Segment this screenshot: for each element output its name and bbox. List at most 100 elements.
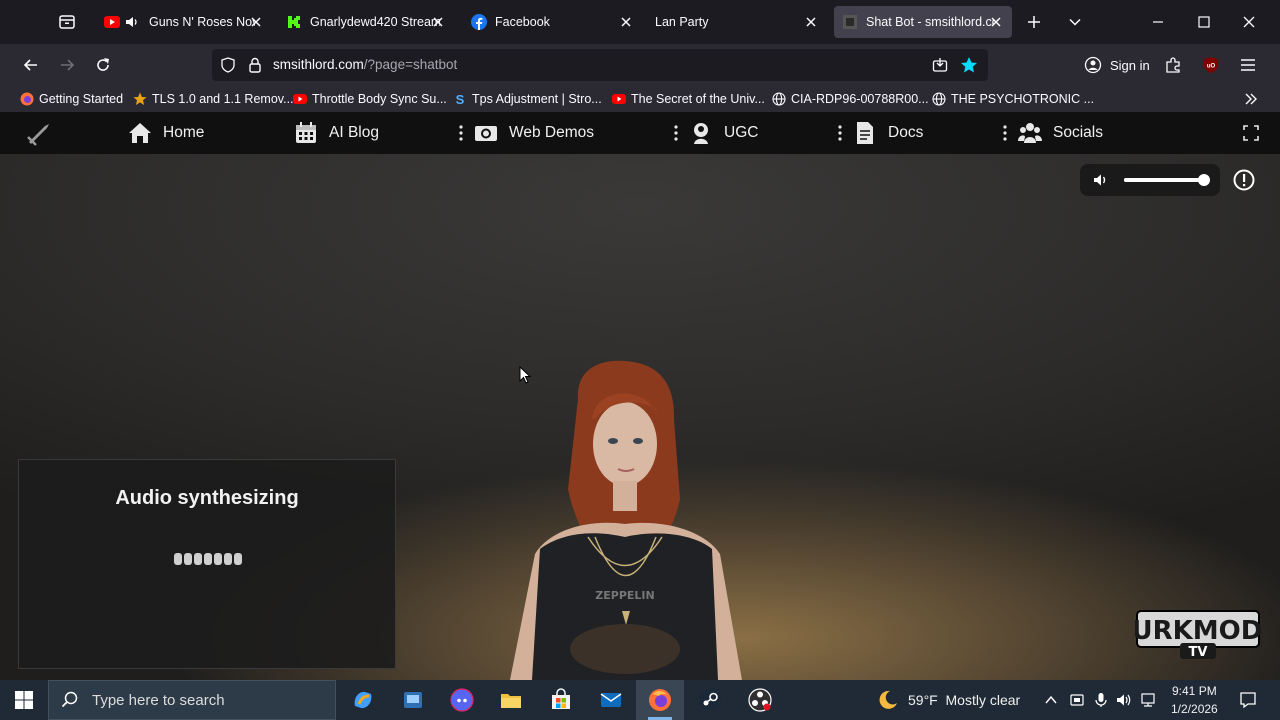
list-all-tabs-icon[interactable] bbox=[1067, 14, 1083, 30]
ugc-more-icon[interactable] bbox=[838, 125, 842, 141]
notifications-icon[interactable] bbox=[1239, 691, 1257, 709]
audio-playing-icon[interactable] bbox=[125, 15, 139, 29]
clock-date[interactable]: 1/2/2026 bbox=[1171, 702, 1218, 716]
minimize-icon[interactable] bbox=[1150, 14, 1166, 30]
s-logo-icon: S bbox=[453, 92, 467, 106]
document-icon bbox=[853, 121, 877, 145]
tab-strip: Guns N' Roses Nove Gnarlydewd420 Stream … bbox=[0, 0, 1280, 44]
speaker-icon[interactable] bbox=[1093, 172, 1109, 188]
weather-icon[interactable] bbox=[876, 688, 900, 712]
youtube-icon bbox=[293, 92, 307, 106]
bookmark-tps-adjustment[interactable]: S Tps Adjustment | Stro... bbox=[453, 90, 602, 108]
back-icon[interactable] bbox=[22, 56, 40, 74]
loading-dot bbox=[184, 553, 192, 565]
tracking-protection-icon[interactable] bbox=[220, 57, 236, 73]
close-tab-icon[interactable] bbox=[618, 14, 634, 30]
new-tab-icon[interactable] bbox=[1026, 14, 1042, 30]
tab-overview-icon[interactable] bbox=[58, 13, 76, 31]
app-menu-icon[interactable] bbox=[1239, 56, 1257, 74]
network-icon[interactable] bbox=[1140, 692, 1156, 708]
meet-now-icon[interactable] bbox=[1069, 692, 1085, 708]
start-icon[interactable] bbox=[14, 690, 34, 710]
svg-text:ZEPPELIN: ZEPPELIN bbox=[595, 589, 654, 602]
site-logo-icon[interactable] bbox=[26, 121, 52, 147]
tab-gnarlydewd-stream[interactable]: Gnarlydewd420 Stream bbox=[278, 6, 454, 38]
discord-icon[interactable] bbox=[450, 688, 474, 712]
youtube-icon bbox=[104, 14, 120, 30]
taskbar-search[interactable]: Type here to search bbox=[48, 680, 336, 720]
volume-slider[interactable] bbox=[1124, 174, 1210, 186]
close-tab-icon[interactable] bbox=[988, 14, 1004, 30]
bookmarks-toolbar: Getting Started TLS 1.0 and 1.1 Remov...… bbox=[0, 86, 1280, 112]
system-volume-icon[interactable] bbox=[1116, 692, 1132, 708]
steam-icon[interactable] bbox=[698, 688, 722, 712]
bookmark-secret-universe[interactable]: The Secret of the Univ... bbox=[612, 90, 765, 108]
tab-title: Shat Bot - smsithlord.co bbox=[866, 15, 994, 29]
close-tab-icon[interactable] bbox=[430, 14, 446, 30]
nav-home[interactable]: Home bbox=[128, 120, 204, 146]
mail-icon[interactable] bbox=[599, 688, 623, 712]
nav-web-demos[interactable]: Web Demos bbox=[474, 120, 594, 146]
close-tab-icon[interactable] bbox=[248, 14, 264, 30]
address-bar[interactable]: smsithlord.com/?page=shatbot bbox=[212, 49, 988, 81]
bookmark-star-icon[interactable] bbox=[960, 56, 978, 74]
microsoft-store-icon[interactable] bbox=[549, 688, 573, 712]
show-hidden-icons-icon[interactable] bbox=[1044, 693, 1058, 707]
ublock-icon[interactable]: uO bbox=[1202, 56, 1220, 74]
obs-icon[interactable] bbox=[748, 688, 772, 712]
maximize-icon[interactable] bbox=[1196, 14, 1212, 30]
svg-text:S: S bbox=[456, 92, 465, 106]
svg-text:LURKMODE: LURKMODE bbox=[1135, 616, 1261, 646]
nav-docs[interactable]: Docs bbox=[853, 120, 923, 146]
url-path: /?page=shatbot bbox=[363, 57, 458, 72]
docs-more-icon[interactable] bbox=[1003, 125, 1007, 141]
bookmark-label: Tps Adjustment | Stro... bbox=[472, 92, 602, 106]
weather-text[interactable]: 59°F Mostly clear bbox=[908, 692, 1020, 708]
firefox-icon bbox=[20, 92, 34, 106]
clock-time[interactable]: 9:41 PM bbox=[1172, 684, 1217, 698]
bookmark-tls[interactable]: TLS 1.0 and 1.1 Remov... bbox=[133, 90, 294, 108]
avatar-character: ZEPPELIN bbox=[510, 360, 742, 680]
tab-facebook[interactable]: Facebook bbox=[462, 6, 642, 38]
alert-icon[interactable] bbox=[1233, 169, 1255, 191]
bookmark-psychotronic[interactable]: THE PSYCHOTRONIC ... bbox=[932, 90, 1094, 108]
microphone-icon[interactable] bbox=[1093, 692, 1109, 708]
tab-guns-n-roses[interactable]: Guns N' Roses Nove bbox=[96, 6, 272, 38]
bookmark-label: TLS 1.0 and 1.1 Remov... bbox=[152, 92, 294, 106]
reload-icon[interactable] bbox=[94, 56, 112, 74]
close-tab-icon[interactable] bbox=[803, 14, 819, 30]
tab-lan-party[interactable]: Lan Party bbox=[647, 6, 827, 38]
search-placeholder: Type here to search bbox=[92, 691, 225, 709]
save-to-pocket-icon[interactable] bbox=[932, 57, 948, 73]
bookmark-label: Getting Started bbox=[39, 92, 124, 106]
more-bookmarks-icon[interactable] bbox=[1243, 91, 1259, 107]
bookmark-cia-rdp[interactable]: CIA-RDP96-00788R00... bbox=[772, 90, 929, 108]
close-window-icon[interactable] bbox=[1241, 14, 1257, 30]
forward-icon[interactable] bbox=[58, 56, 76, 74]
url-text[interactable]: smsithlord.com/?page=shatbot bbox=[273, 57, 457, 72]
copilot-icon[interactable] bbox=[351, 688, 375, 712]
globe-icon bbox=[932, 92, 946, 106]
tab-shat-bot[interactable]: Shat Bot - smsithlord.co bbox=[834, 6, 1012, 38]
ai-blog-more-icon[interactable] bbox=[459, 125, 463, 141]
extensions-icon[interactable] bbox=[1164, 56, 1182, 74]
audio-status-text: Audio synthesizing bbox=[115, 487, 299, 509]
web-demos-more-icon[interactable] bbox=[674, 125, 678, 141]
firefox-icon[interactable] bbox=[648, 688, 672, 712]
bookmark-getting-started[interactable]: Getting Started bbox=[20, 90, 123, 108]
bookmark-label: The Secret of the Univ... bbox=[631, 92, 765, 106]
user-icon bbox=[689, 121, 713, 145]
avatar-stage[interactable]: ZEPPELIN Audio synthesizing LURKMO bbox=[0, 154, 1280, 680]
lock-icon[interactable] bbox=[248, 57, 262, 73]
file-explorer-icon[interactable] bbox=[499, 688, 523, 712]
home-icon bbox=[128, 121, 152, 145]
nav-socials[interactable]: Socials bbox=[1018, 120, 1103, 146]
fullscreen-icon[interactable] bbox=[1243, 125, 1259, 141]
sign-in-button[interactable]: Sign in bbox=[1078, 49, 1156, 81]
bookmark-throttle-body[interactable]: Throttle Body Sync Su... bbox=[293, 90, 447, 108]
nav-ai-blog[interactable]: AI Blog bbox=[294, 120, 379, 146]
mouse-cursor bbox=[519, 366, 531, 384]
nav-ugc[interactable]: UGC bbox=[689, 120, 758, 146]
taskbar-app-icon[interactable] bbox=[401, 688, 425, 712]
volume-slider-thumb[interactable] bbox=[1198, 174, 1210, 186]
